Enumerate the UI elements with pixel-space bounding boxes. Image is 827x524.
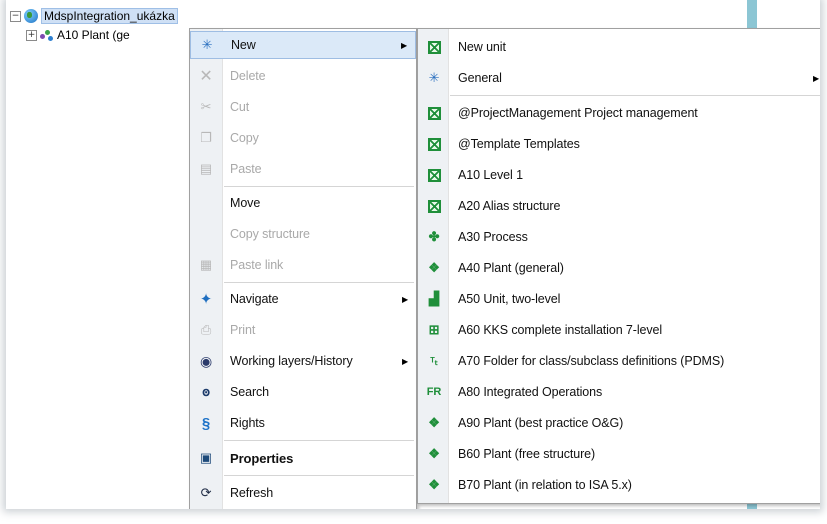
submenu-arrow-icon: ▶ [400, 40, 407, 50]
submenu-item-a70[interactable]: ᵀₜ A70 Folder for class/subclass definit… [418, 347, 820, 375]
submenu-arrow-icon: ▶ [401, 294, 408, 304]
menu-item-copy-structure[interactable]: Copy structure [190, 220, 416, 248]
submenu-item-new-unit[interactable]: New unit [418, 33, 820, 61]
window-frame: − MdspIntegration_ukázka + A10 Plant (ge… [6, 0, 820, 509]
submenu-item-b70[interactable]: ❖ B70 Plant (in relation to ISA 5.x) [418, 471, 820, 499]
plant-icon: ❖ [428, 415, 440, 430]
copy-icon: ❐ [200, 130, 212, 145]
new-star-icon: ✳ [428, 70, 440, 85]
xbox-icon [426, 198, 442, 214]
globe-icon [24, 9, 38, 23]
submenu-item-a90[interactable]: ❖ A90 Plant (best practice O&G) [418, 409, 820, 437]
menu-separator [450, 95, 820, 96]
paste-icon: ▤ [199, 161, 213, 176]
menu-item-refresh[interactable]: ⟳ Refresh [190, 478, 416, 508]
plant-icon: ❖ [428, 477, 440, 492]
xbox-icon [426, 39, 442, 55]
kks-icon: ⊞ [428, 322, 440, 337]
submenu-item-project-management[interactable]: @ProjectManagement Project management [418, 99, 820, 127]
collapse-icon[interactable]: − [10, 10, 21, 22]
submenu-arrow-icon: ▶ [812, 73, 819, 83]
expand-icon[interactable]: + [26, 29, 37, 41]
plant-icon [40, 28, 54, 42]
xbox-icon [426, 167, 442, 183]
menu-separator [224, 440, 414, 441]
menu-item-navigate[interactable]: ✦ Navigate ▶ [190, 285, 416, 313]
submenu-item-b60[interactable]: ❖ B60 Plant (free structure) [418, 440, 820, 468]
submenu-item-a30[interactable]: ✤ A30 Process [418, 223, 820, 251]
submenu-item-general[interactable]: ✳ General ▶ [418, 64, 820, 92]
menu-item-search[interactable]: ꙩ Search [190, 378, 416, 406]
refresh-icon: ⟳ [200, 485, 212, 500]
submenu-item-a80[interactable]: FR A80 Integrated Operations [418, 378, 820, 406]
new-star-icon: ✳ [201, 37, 213, 52]
tree-child-label[interactable]: A10 Plant (ge [57, 28, 130, 42]
xbox-icon [426, 136, 442, 152]
submenu-item-a20[interactable]: A20 Alias structure [418, 192, 820, 220]
menu-item-properties[interactable]: ▣ Properties [190, 443, 416, 473]
submenu-item-a10[interactable]: A10 Level 1 [418, 161, 820, 189]
tree-child-row[interactable]: + A10 Plant (ge [26, 27, 130, 43]
context-menu: ✳ New ▶ ✕ Delete ✂ Cut ❐ Copy ▤ Paste Mo… [189, 28, 417, 509]
menu-item-move[interactable]: Move [190, 189, 416, 217]
delete-x-icon: ✕ [199, 68, 213, 85]
printer-icon: ⎙ [200, 322, 212, 337]
new-submenu: New unit ✳ General ▶ @ProjectManagement … [417, 28, 820, 504]
menu-item-copy[interactable]: ❐ Copy [190, 124, 416, 152]
navigate-icon: ✦ [199, 291, 213, 308]
menu-item-paste[interactable]: ▤ Paste [190, 155, 416, 183]
menu-item-new[interactable]: ✳ New ▶ [190, 31, 416, 59]
menu-separator [224, 282, 414, 283]
tree-root-label[interactable]: MdspIntegration_ukázka [41, 8, 178, 24]
process-icon: ✤ [428, 229, 440, 244]
menu-item-print[interactable]: ⎙ Print [190, 316, 416, 344]
menu-item-working-layers[interactable]: ◉ Working layers/History ▶ [190, 347, 416, 375]
menu-item-cut[interactable]: ✂ Cut [190, 93, 416, 121]
properties-icon: ▣ [199, 450, 213, 465]
menu-item-rights[interactable]: § Rights [190, 409, 416, 437]
plant-icon: ❖ [428, 446, 440, 461]
menu-separator [224, 186, 414, 187]
menu-item-paste-link[interactable]: ▦ Paste link [190, 251, 416, 279]
folder-tree-icon: ᵀₜ [430, 355, 438, 368]
submenu-item-templates[interactable]: @Template Templates [418, 130, 820, 158]
submenu-item-a50[interactable]: ▟ A50 Unit, two-level [418, 285, 820, 313]
paste-link-icon: ▦ [199, 257, 213, 272]
plant-icon: ❖ [428, 260, 440, 275]
menu-separator [224, 475, 414, 476]
menu-item-delete[interactable]: ✕ Delete [190, 62, 416, 90]
binoculars-icon: ꙩ [202, 384, 210, 399]
layers-icon: ◉ [199, 352, 213, 369]
fr-icon: FR [426, 386, 442, 398]
submenu-arrow-icon: ▶ [401, 356, 408, 366]
section-icon: § [201, 414, 211, 432]
unit-icon: ▟ [429, 291, 439, 306]
submenu-item-a60[interactable]: ⊞ A60 KKS complete installation 7-level [418, 316, 820, 344]
xbox-icon [426, 105, 442, 121]
submenu-item-a40[interactable]: ❖ A40 Plant (general) [418, 254, 820, 282]
tree-root-row[interactable]: − MdspIntegration_ukázka [10, 8, 178, 24]
scissors-icon: ✂ [200, 99, 212, 114]
